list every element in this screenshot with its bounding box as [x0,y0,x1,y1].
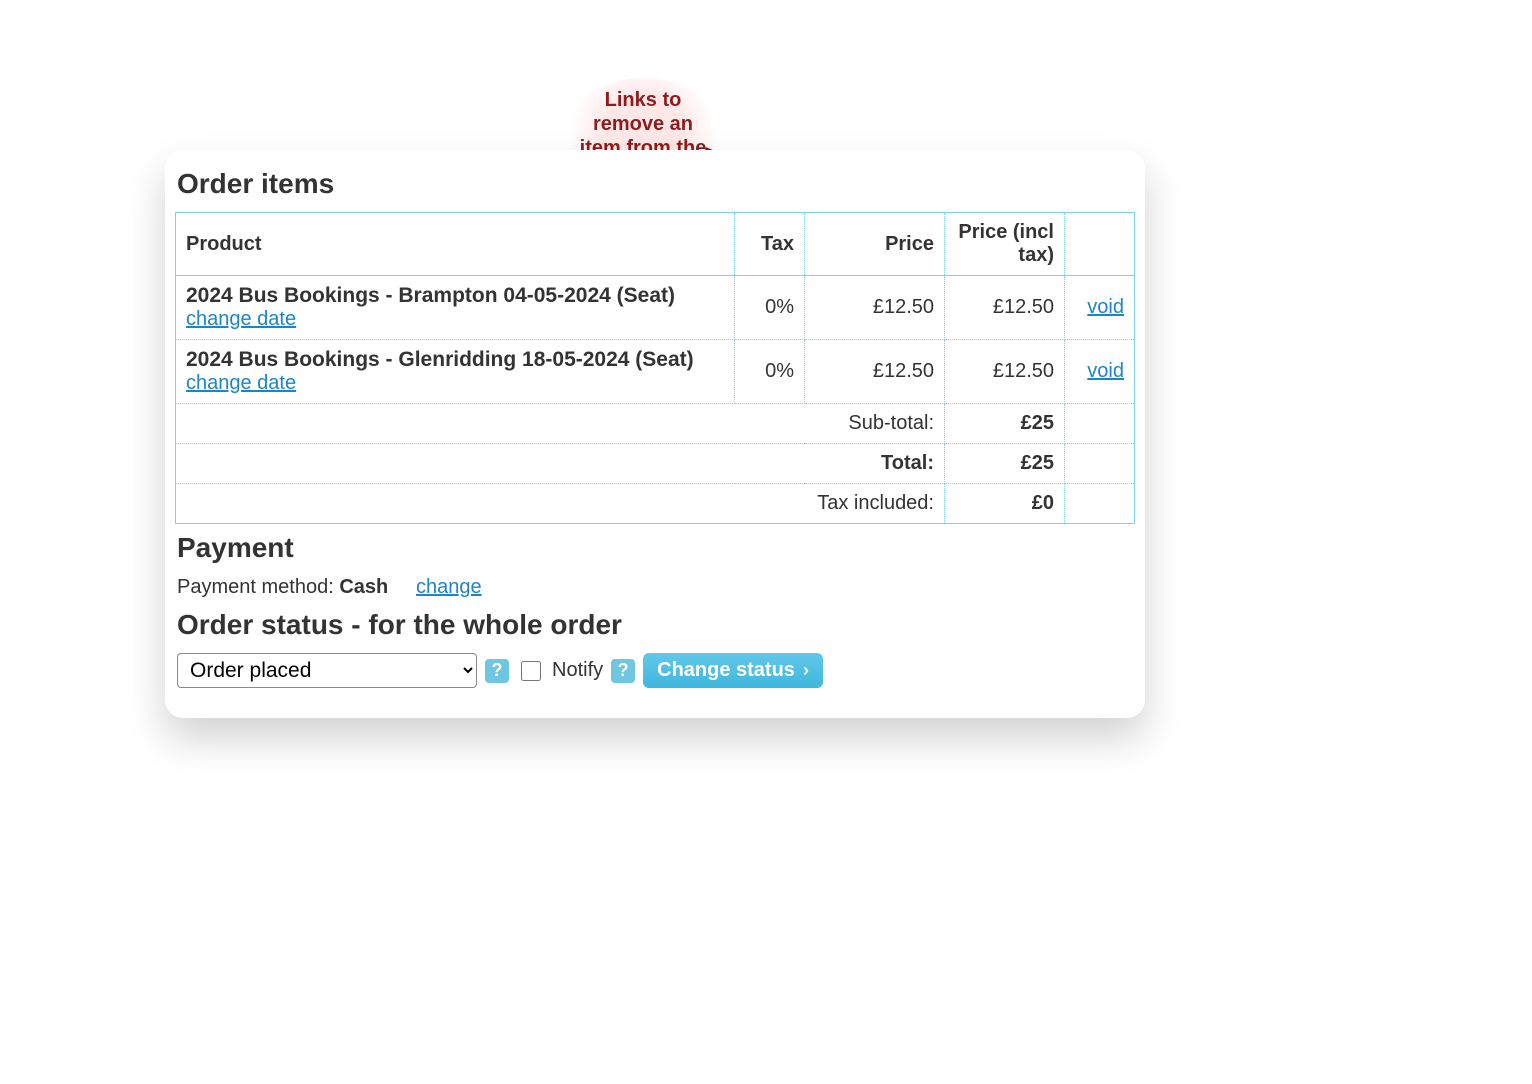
change-status-button[interactable]: Change status › [643,653,823,688]
subtotal-value: £25 [945,404,1065,444]
cell-price: £12.50 [805,276,945,340]
order-panel: Order items Product Tax Price Price (inc… [165,150,1145,718]
help-icon[interactable]: ? [485,659,509,683]
chevron-right-icon: › [803,660,809,681]
cell-tax: 0% [735,276,805,340]
tax-included-label: Tax included: [176,484,945,524]
change-payment-link[interactable]: change [416,576,482,598]
product-title: 2024 Bus Bookings - Glenridding 18-05-20… [186,348,724,372]
col-product: Product [176,213,735,276]
void-link[interactable]: void [1087,360,1124,382]
cell-price-incl: £12.50 [945,340,1065,404]
col-price: Price [805,213,945,276]
cell-price-incl: £12.50 [945,276,1065,340]
payment-method-label: Payment method: [177,576,339,598]
total-value: £25 [945,444,1065,484]
table-row: 2024 Bus Bookings - Glenridding 18-05-20… [176,340,1135,404]
product-title: 2024 Bus Bookings - Brampton 04-05-2024 … [186,284,724,308]
cell-tax: 0% [735,340,805,404]
cell-price: £12.50 [805,340,945,404]
payment-heading: Payment [177,532,1145,564]
notify-checkbox[interactable] [521,661,541,681]
change-date-link[interactable]: change date [186,372,296,394]
table-row: 2024 Bus Bookings - Brampton 04-05-2024 … [176,276,1135,340]
tax-included-row: Tax included: £0 [176,484,1135,524]
order-status-select[interactable]: Order placed [177,653,477,688]
tax-included-value: £0 [945,484,1065,524]
payment-method-value: Cash [339,576,388,598]
col-void [1065,213,1135,276]
void-link[interactable]: void [1087,296,1124,318]
table-header-row: Product Tax Price Price (incl tax) [176,213,1135,276]
change-date-link[interactable]: change date [186,308,296,330]
help-icon[interactable]: ? [611,659,635,683]
order-items-table: Product Tax Price Price (incl tax) 2024 … [175,212,1135,524]
order-status-heading: Order status - for the whole order [177,609,1145,641]
col-tax: Tax [735,213,805,276]
change-status-label: Change status [657,659,795,682]
subtotal-row: Sub-total: £25 [176,404,1135,444]
subtotal-label: Sub-total: [176,404,945,444]
total-row: Total: £25 [176,444,1135,484]
order-items-heading: Order items [177,168,1145,200]
payment-method-line: Payment method: Cash change [177,576,1145,599]
notify-label: Notify [552,659,603,682]
col-price-incl: Price (incl tax) [945,213,1065,276]
total-label: Total: [176,444,945,484]
